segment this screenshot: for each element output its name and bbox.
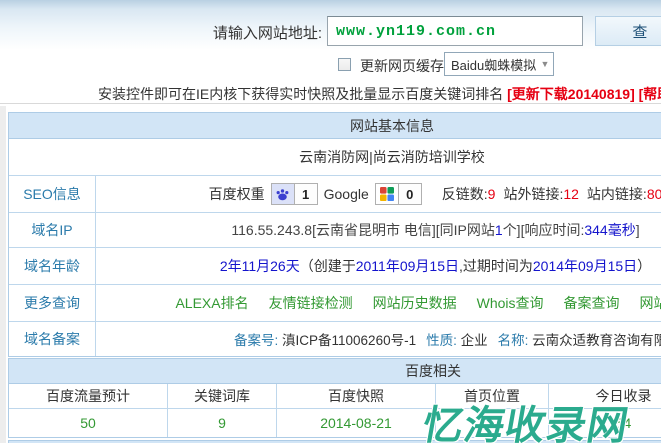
link-whois-query[interactable]: Whois查询 (477, 293, 544, 313)
site-title: 云南消防网|尚云消防培训学校 (9, 139, 661, 176)
baidu-weight-value: 1 (293, 184, 317, 204)
site-info-header: 网站基本信息 (9, 113, 661, 139)
value-baidu-snapshot[interactable]: 2014-08-21 (277, 409, 436, 437)
value-keyword-count: 9 (168, 409, 277, 437)
domain-beian-label: 域名备案 (9, 322, 96, 356)
beian-name-value: 云南众适教育咨询有限公司 (532, 333, 661, 348)
help-link[interactable]: [帮助] (635, 86, 661, 102)
beian-number-value: 滇ICP备11006260号-1 (282, 333, 417, 348)
seo-info-content: 百度权重 1 Google 0 反链数: 9 站外链接: 12 站内链接: 80 (96, 176, 661, 212)
left-gutter (0, 106, 6, 443)
more-queries-content: ALEXA排名 友情链接检测网站历史数据 Whois查询备案查询网站排名 (96, 285, 661, 321)
link-site-history[interactable]: 网站历史数据 (373, 293, 457, 313)
google-pr-value: 0 (397, 184, 421, 204)
baidu-weight-badge[interactable]: 1 (270, 183, 318, 205)
url-input-label: 请输入网站地址: (212, 25, 322, 42)
domain-ip-label: 域名IP (9, 213, 96, 247)
spider-mode-select[interactable]: Baidu蜘蛛模拟 ▼ (444, 52, 554, 76)
google-pr-badge[interactable]: 0 (374, 183, 422, 205)
same-ip-prefix: [同IP网站 (435, 222, 495, 238)
link-site-rank[interactable]: 网站排名 (640, 293, 661, 313)
more-queries-row: 更多查询 ALEXA排名 友情链接检测网站历史数据 Whois查询备案查询网站排名 (9, 285, 661, 322)
seo-info-label: SEO信息 (9, 176, 96, 212)
same-ip-count[interactable]: 1 (495, 222, 503, 238)
more-queries-label: 更多查询 (9, 285, 96, 321)
notice-text: 安装控件即可在IE内核下获得实时快照及批量显示百度关键词排名 (98, 86, 508, 102)
horizontal-divider (0, 103, 661, 104)
link-friendly-links-check[interactable]: 友情链接检测 (269, 293, 353, 313)
value-traffic-estimate: 50 (9, 409, 168, 437)
age-suffix: ） (637, 258, 652, 274)
domain-beian-row: 域名备案 备案号: 滇ICP备11006260号-1 性质: 企业 名称: 云南… (9, 322, 661, 356)
domain-ip-row: 域名IP 116.55.243.8[云南省昆明市 电信] [同IP网站 1 个] [… (9, 213, 661, 248)
beian-nature-label: 性质: (426, 333, 461, 348)
inlinks-value: 80 (646, 186, 661, 202)
response-suffix: ] (635, 222, 640, 238)
response-prefix: [响应时间: (520, 222, 585, 238)
refresh-cache-label: 更新网页缓存 (360, 58, 444, 74)
created-prefix: （创建于 (299, 258, 356, 274)
col-keyword-count: 关键词库 (168, 384, 277, 408)
spider-mode-value: Baidu蜘蛛模拟 (451, 57, 537, 73)
domain-age-label: 域名年龄 (9, 248, 96, 284)
expire-prefix: ,过期时间为 (458, 258, 533, 274)
url-input[interactable] (327, 16, 583, 46)
install-notice: 安装控件即可在IE内核下获得实时快照及批量显示百度关键词排名 [更新下载2014… (98, 84, 661, 104)
search-button[interactable]: 查 询 (595, 16, 661, 46)
beian-name-label: 名称: (497, 333, 533, 348)
response-value: 344毫秒 (584, 222, 636, 238)
beian-number-label: 备案号: (234, 333, 283, 348)
download-update-link[interactable]: [更新下载20140819] (507, 86, 635, 102)
domain-age-content: 2年11月26天 （创建于 2011年09月15日 ,过期时间为 2014年09月15日… (96, 248, 661, 284)
domain-beian-content: 备案号: 滇ICP备11006260号-1 性质: 企业 名称: 云南众适教育咨… (96, 322, 661, 356)
backlinks-label: 反链数: (441, 186, 488, 202)
link-icp-query[interactable]: 备案查询 (564, 293, 620, 313)
watermark-text: 忆海收录网 (419, 404, 633, 443)
baidu-related-header: 百度相关 (9, 359, 661, 384)
backlinks-value: 9 (487, 186, 496, 202)
refresh-cache-checkbox[interactable] (338, 58, 351, 71)
seo-tool-page: 请输入网站地址: 查 询 更新网页缓存 Baidu蜘蛛模拟 ▼ 安装控件即可在I… (0, 0, 661, 443)
domain-age-value: 2年11月26天 (219, 258, 300, 274)
baidu-weight-label: 百度权重 (208, 186, 265, 202)
inlinks-label: 站内链接: (586, 186, 647, 202)
created-date: 2011年09月15日 (355, 258, 459, 274)
link-alexa-rank[interactable]: ALEXA排名 (175, 293, 248, 313)
col-traffic-estimate: 百度流量预计 (9, 384, 168, 408)
expire-date: 2014年09月15日 (532, 258, 638, 274)
seo-info-row: SEO信息 百度权重 1 Google 0 反链数: 9 站外链接: 12 站内… (9, 176, 661, 213)
baidu-paw-icon (271, 184, 294, 204)
beian-nature-value: 企业 (460, 333, 488, 348)
same-ip-suffix: 个] (502, 222, 521, 238)
google-label: Google (323, 186, 369, 202)
domain-age-row: 域名年龄 2年11月26天 （创建于 2011年09月15日 ,过期时间为 2014年0… (9, 248, 661, 285)
google-icon (376, 184, 398, 204)
outlinks-label: 站外链接: (503, 186, 564, 202)
outlinks-value: 12 (563, 186, 579, 202)
ip-address: 116.55.243.8[云南省昆明市 电信] (231, 222, 436, 238)
chevron-down-icon: ▼ (540, 59, 550, 69)
site-info-table: 网站基本信息 云南消防网|尚云消防培训学校 SEO信息 百度权重 1 Googl… (8, 112, 661, 357)
col-baidu-snapshot: 百度快照 (277, 384, 436, 408)
domain-ip-content: 116.55.243.8[云南省昆明市 电信] [同IP网站 1 个] [响应时间:… (96, 213, 661, 247)
